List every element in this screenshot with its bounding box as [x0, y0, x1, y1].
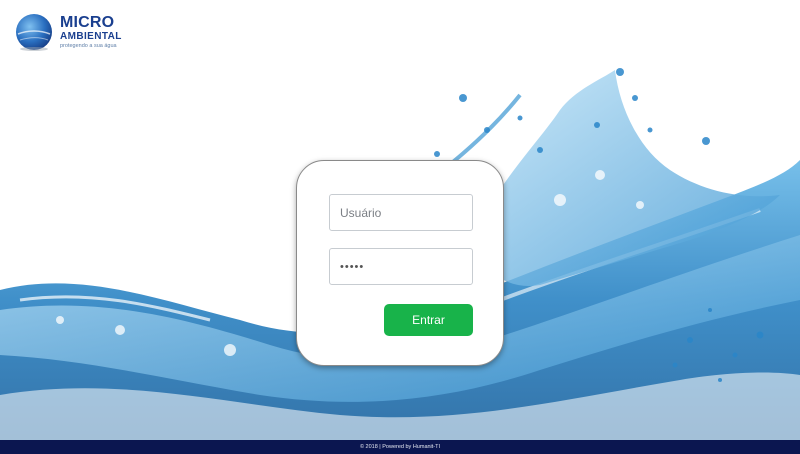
password-input[interactable]: [329, 248, 473, 285]
login-button[interactable]: Entrar: [384, 304, 473, 336]
logo-subtitle: AMBIENTAL: [60, 30, 122, 42]
footer-bar: © 2018 | Powered by Humanit-TI: [0, 440, 800, 454]
footer-copyright: © 2018 | Powered by Humanit-TI: [359, 444, 441, 450]
logo-tagline: protegendo a sua água: [60, 42, 117, 49]
globe-logo-icon: [16, 14, 52, 51]
logo-title: MICRO: [60, 13, 115, 31]
logo-text-block: MICRO AMBIENTAL protegendo a sua água: [60, 13, 122, 50]
username-input[interactable]: [329, 194, 473, 231]
login-form: Entrar: [296, 160, 504, 366]
brand-logo[interactable]: MICRO AMBIENTAL protegendo a sua água: [14, 12, 122, 52]
